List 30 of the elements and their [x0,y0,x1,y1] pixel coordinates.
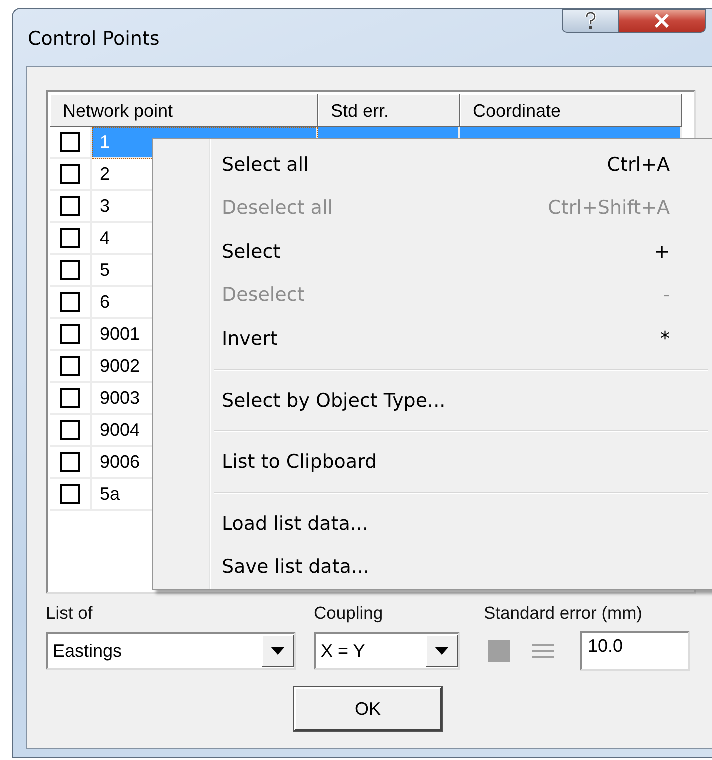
help-icon [584,12,598,30]
dropdown-arrow-icon [435,647,449,655]
checkbox[interactable] [60,164,80,184]
column-header[interactable]: Std err. [318,94,460,127]
window-title: Control Points [28,28,160,50]
list-of-dropdown[interactable]: Eastings [46,632,296,670]
close-button[interactable] [619,9,706,33]
checkbox[interactable] [60,356,80,376]
column-header[interactable]: Network point [50,94,318,127]
checkbox[interactable] [60,228,80,248]
ok-button[interactable]: OK [294,687,442,731]
checkbox[interactable] [60,484,80,504]
checkbox[interactable] [60,132,80,152]
dropdown-arrow-icon [271,647,285,655]
checkbox[interactable] [60,388,80,408]
list-of-label: List of [46,603,94,625]
coupling-dropdown[interactable]: X = Y [314,632,460,670]
checkbox[interactable] [60,452,80,472]
checkbox[interactable] [60,260,80,280]
checkbox[interactable] [60,292,80,312]
standard-error-field[interactable]: 10.0 [580,631,690,671]
checkbox[interactable] [60,196,80,216]
checkbox[interactable] [60,324,80,344]
help-button[interactable] [562,9,619,33]
menu-item[interactable]: Save list data... [210,545,712,590]
standard-error-label: Standard error (mm) [484,603,643,625]
column-header[interactable]: Coordinate [460,94,682,127]
checkbox[interactable] [60,420,80,440]
close-icon [654,14,670,28]
coupling-label: Coupling [314,603,384,625]
